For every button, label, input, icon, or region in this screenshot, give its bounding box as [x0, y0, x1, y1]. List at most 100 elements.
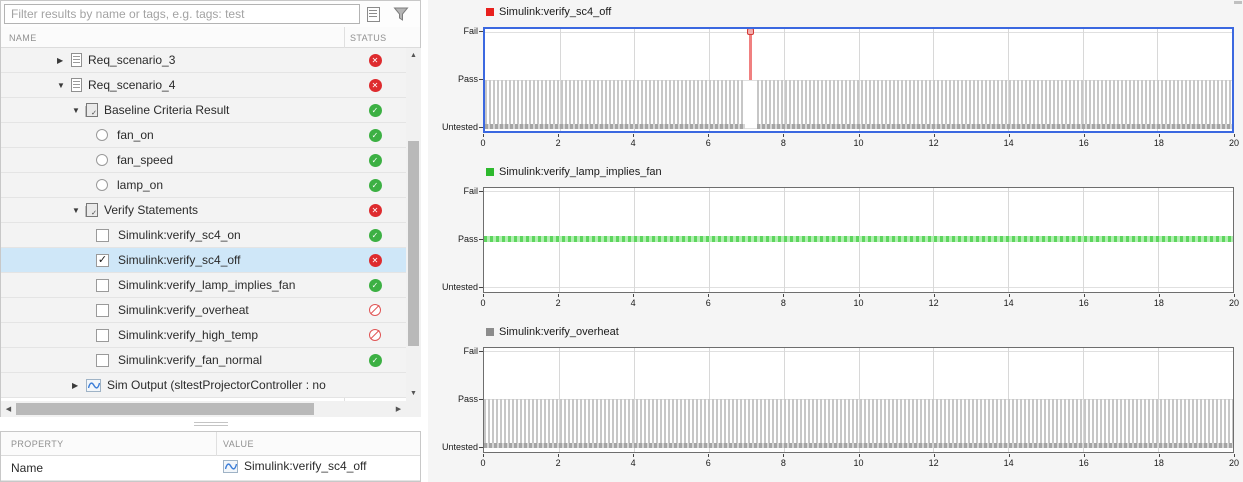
- row-label: Req_scenario_3: [88, 53, 175, 67]
- chart-legend: Simulink:verify_sc4_off: [486, 6, 611, 18]
- y-tick-mark: [479, 287, 483, 288]
- x-tick-mark: [783, 454, 784, 457]
- checkbox[interactable]: [96, 329, 109, 342]
- table-row[interactable]: lamp_on ✓: [1, 173, 406, 198]
- status-pass-icon: ✓: [369, 354, 382, 367]
- table-row[interactable]: Simulink:verify_high_temp: [1, 323, 406, 348]
- filter-bar: [1, 1, 420, 27]
- y-tick-mark: [479, 31, 483, 32]
- table-row[interactable]: ▼ Req_scenario_4 ✕: [1, 73, 406, 98]
- filter-input[interactable]: [4, 4, 360, 24]
- document-icon: [71, 78, 82, 92]
- x-tick-label: 8: [781, 298, 786, 308]
- status-cell: ✓: [344, 223, 406, 247]
- status-cell: ✕: [344, 198, 406, 222]
- legend-swatch: [486, 168, 494, 176]
- status-pass-icon: ✓: [369, 104, 382, 117]
- table-row[interactable]: ▼ Verify Statements ✕: [1, 198, 406, 223]
- name-cell: Simulink:verify_sc4_on: [1, 228, 344, 242]
- table-row[interactable]: ▼ Baseline Criteria Result ✓: [1, 98, 406, 123]
- x-tick-mark: [558, 134, 559, 137]
- y-tick-label: Fail: [428, 26, 478, 36]
- x-tick-label: 12: [929, 458, 939, 468]
- name-cell: Simulink:verify_lamp_implies_fan: [1, 278, 344, 292]
- radio-button[interactable]: [96, 154, 108, 166]
- y-tick-mark: [479, 191, 483, 192]
- x-tick-mark: [1159, 134, 1160, 137]
- expander-icon[interactable]: ▼: [72, 106, 84, 115]
- table-row[interactable]: fan_on ✓: [1, 123, 406, 148]
- x-tick-mark: [558, 454, 559, 457]
- panel-splitter[interactable]: [0, 418, 421, 430]
- table-row[interactable]: ▶ Req_scenario_3 ✕: [1, 48, 406, 73]
- vertical-scrollbar[interactable]: ▲ ▼: [406, 48, 421, 401]
- y-tick-mark: [479, 79, 483, 80]
- checkbox[interactable]: [96, 279, 109, 292]
- checkbox[interactable]: [96, 229, 109, 242]
- plot-area[interactable]: [483, 27, 1234, 133]
- table-row[interactable]: ✓ Simulink:verify_sc4_off ✕: [1, 248, 406, 273]
- results-tree: ▶ Req_scenario_3 ✕ ▼ Req_scenario_4 ✕ ▼ …: [1, 48, 406, 401]
- table-row[interactable]: ▶ Sim Output (sltestProjectorController …: [1, 373, 406, 398]
- table-row[interactable]: Simulink:verify_sc4_on ✓: [1, 223, 406, 248]
- checkbox[interactable]: [96, 354, 109, 367]
- row-label: lamp_on: [117, 178, 163, 192]
- scroll-down-icon[interactable]: ▼: [406, 386, 421, 401]
- untested-baseline-markers: [757, 124, 1232, 129]
- scroll-right-icon[interactable]: ▶: [391, 401, 406, 417]
- signal-icon: [86, 379, 101, 392]
- x-tick-mark: [633, 294, 634, 297]
- checkbox[interactable]: [96, 304, 109, 317]
- radio-button[interactable]: [96, 179, 108, 191]
- results-table-header: NAME STATUS: [1, 27, 420, 48]
- status-cell: ✕: [344, 248, 406, 272]
- x-tick-label: 20: [1229, 138, 1239, 148]
- checkbox[interactable]: ✓: [96, 254, 109, 267]
- y-tick-mark: [479, 447, 483, 448]
- row-label: Simulink:verify_sc4_off: [118, 253, 241, 267]
- status-cell: ✓: [344, 273, 406, 297]
- column-header-name: NAME: [9, 33, 37, 43]
- untested-region: [485, 80, 745, 128]
- x-tick-label: 8: [781, 458, 786, 468]
- x-tick-mark: [708, 454, 709, 457]
- verify-statement-chart[interactable]: Simulink:verify_lamp_implies_fan 0246810…: [428, 160, 1243, 320]
- x-tick-mark: [859, 454, 860, 457]
- status-pass-icon: ✓: [369, 129, 382, 142]
- expander-icon[interactable]: ▼: [57, 81, 69, 90]
- x-tick-label: 4: [631, 138, 636, 148]
- horizontal-scroll-thumb[interactable]: [16, 403, 314, 415]
- verify-statement-chart[interactable]: Simulink:verify_sc4_off 0246810121416182…: [428, 0, 1243, 160]
- scroll-left-icon[interactable]: ◀: [1, 401, 16, 417]
- expander-icon[interactable]: ▼: [72, 206, 84, 215]
- y-tick-label: Pass: [428, 234, 478, 244]
- row-label: Simulink:verify_lamp_implies_fan: [118, 278, 295, 292]
- table-row[interactable]: fan_speed ✓: [1, 148, 406, 173]
- expander-icon[interactable]: ▶: [57, 56, 69, 65]
- plot-area[interactable]: [483, 347, 1234, 453]
- report-icon[interactable]: [362, 4, 384, 24]
- table-row[interactable]: Simulink:verify_overheat: [1, 298, 406, 323]
- x-axis: 02468101214161820: [483, 294, 1234, 314]
- column-header-value: VALUE: [223, 439, 254, 449]
- x-tick-mark: [1084, 454, 1085, 457]
- name-cell: ▶ Sim Output (sltestProjectorController …: [1, 378, 344, 392]
- x-tick-mark: [859, 294, 860, 297]
- scroll-up-icon[interactable]: ▲: [406, 48, 421, 63]
- property-row[interactable]: Name Simulink:verify_sc4_off: [1, 456, 420, 481]
- radio-button[interactable]: [96, 129, 108, 141]
- scrollbar-corner: [406, 401, 421, 417]
- vertical-scroll-thumb[interactable]: [408, 141, 419, 346]
- row-label: fan_speed: [117, 153, 173, 167]
- table-row[interactable]: Simulink:verify_fan_normal ✓: [1, 348, 406, 373]
- filter-icon[interactable]: [390, 4, 412, 24]
- status-cell: ✓: [344, 123, 406, 147]
- table-row[interactable]: Simulink:verify_lamp_implies_fan ✓: [1, 273, 406, 298]
- verify-statement-chart[interactable]: Simulink:verify_overheat 024681012141618…: [428, 320, 1243, 480]
- expander-icon[interactable]: ▶: [72, 381, 84, 390]
- pass-line: [484, 236, 1233, 242]
- criteria-icon: [86, 203, 98, 217]
- plot-area[interactable]: [483, 187, 1234, 293]
- y-tick-label: Untested: [428, 122, 478, 132]
- horizontal-scrollbar[interactable]: ◀ ▶: [1, 401, 406, 417]
